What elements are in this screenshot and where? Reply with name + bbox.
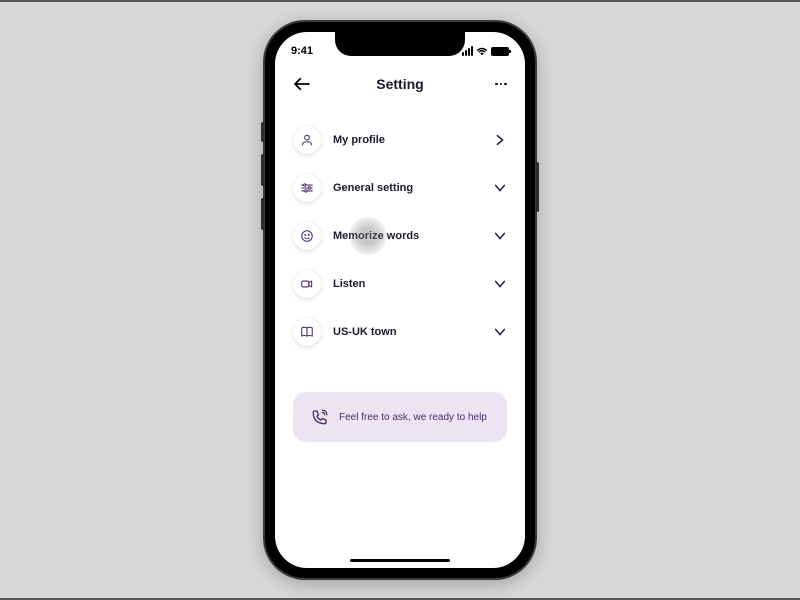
help-card[interactable]: Feel free to ask, we ready to help — [293, 392, 507, 442]
row-label: Listen — [333, 278, 493, 290]
help-text: Feel free to ask, we ready to help — [339, 412, 487, 423]
wifi-icon — [476, 47, 488, 56]
chevron-down-icon — [493, 181, 507, 195]
smile-icon — [293, 222, 321, 250]
nav-bar: Setting — [275, 62, 525, 100]
phone-frame: 9:41 Setting — [265, 22, 535, 578]
row-label: General setting — [333, 182, 493, 194]
phone-icon — [311, 408, 329, 426]
video-icon — [293, 270, 321, 298]
side-buttons-left — [261, 122, 264, 242]
row-label: US-UK town — [333, 326, 493, 338]
chevron-down-icon — [493, 277, 507, 291]
sliders-icon — [293, 174, 321, 202]
notch — [335, 32, 465, 56]
chevron-down-icon — [493, 229, 507, 243]
profile-icon — [293, 126, 321, 154]
chevron-down-icon — [493, 325, 507, 339]
status-right — [462, 46, 509, 56]
settings-list: My profile General setting — [275, 100, 525, 356]
chevron-right-icon — [493, 133, 507, 147]
settings-row-memorize-words[interactable]: Memorize words — [293, 212, 507, 260]
settings-row-us-uk-town[interactable]: US-UK town — [293, 308, 507, 356]
back-button[interactable] — [293, 77, 311, 91]
page-title: Setting — [376, 76, 423, 92]
status-time: 9:41 — [291, 45, 313, 57]
settings-row-listen[interactable]: Listen — [293, 260, 507, 308]
battery-icon — [491, 47, 509, 56]
signal-icon — [462, 46, 473, 56]
row-label: Memorize words — [333, 230, 493, 242]
more-button[interactable] — [489, 77, 507, 91]
settings-row-general-setting[interactable]: General setting — [293, 164, 507, 212]
home-indicator[interactable] — [350, 559, 450, 562]
row-label: My profile — [333, 134, 493, 146]
book-icon — [293, 318, 321, 346]
settings-row-my-profile[interactable]: My profile — [293, 116, 507, 164]
side-button-right — [536, 162, 539, 212]
screen: 9:41 Setting — [275, 32, 525, 568]
